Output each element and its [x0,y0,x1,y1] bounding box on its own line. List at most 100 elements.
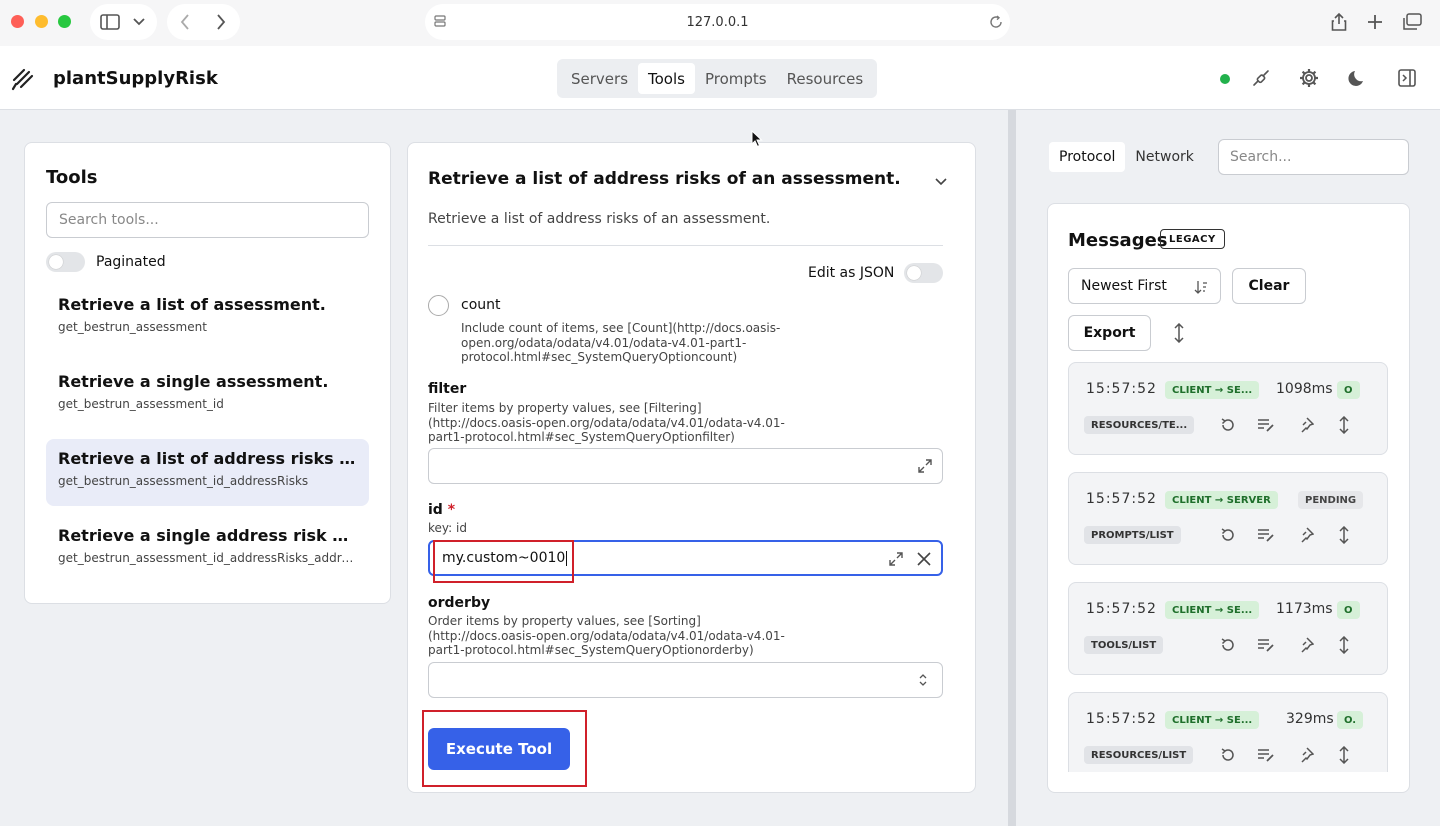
message-time: 15:57:52 [1086,491,1157,507]
direction-badge: CLIENT → SERVER [1165,491,1278,509]
tool-name: Retrieve a single address risk of an ass… [58,526,357,545]
pin-icon[interactable] [1296,635,1316,655]
back-icon[interactable] [176,12,194,32]
plug-icon[interactable] [1250,67,1272,89]
tab-prompts[interactable]: Prompts [695,63,777,94]
messages-panel: Messages LEGACY Newest First Clear Expor… [1047,203,1410,793]
execute-button-highlight [422,710,587,787]
expand-message-icon[interactable] [1334,635,1354,655]
messages-search-input[interactable]: Search... [1218,139,1409,175]
format-icon[interactable] [1256,525,1276,545]
format-icon[interactable] [1256,415,1276,435]
address-bar[interactable]: 127.0.0.1 [425,4,1010,40]
expand-message-icon[interactable] [1334,525,1354,545]
legacy-badge: LEGACY [1160,229,1225,249]
message-duration: 329ms [1286,711,1334,727]
expand-message-icon[interactable] [1334,415,1354,435]
main-nav-tabs: Servers Tools Prompts Resources [557,59,877,98]
tools-panel: Tools Search tools... Paginated Retrieve… [24,142,391,604]
connection-status-dot [1220,74,1230,84]
message-entry[interactable]: 15:57:52 CLIENT → SE... 329ms O. RESOURC… [1068,692,1388,772]
forward-icon[interactable] [212,12,230,32]
expand-icon[interactable] [888,551,904,567]
tab-servers[interactable]: Servers [561,63,638,94]
app-header: plantSupplyRisk Servers Tools Prompts Re… [0,46,1440,110]
orderby-description: Order items by property values, see [Sor… [428,614,785,657]
select-arrows-icon [915,672,931,688]
message-list: 15:57:52 CLIENT → SE... 1098ms O RESOURC… [1068,362,1388,772]
direction-badge: CLIENT → SE... [1165,711,1260,729]
tab-resources[interactable]: Resources [777,63,874,94]
tool-list-item-selected[interactable]: Retrieve a list of address risks of an a… [46,439,369,506]
count-label: count [461,297,501,313]
url-text: 127.0.0.1 [686,14,749,30]
minimize-window-button[interactable] [35,15,48,28]
tool-description: Retrieve a list of address risks of an a… [428,211,771,227]
export-button[interactable]: Export [1068,315,1151,351]
count-checkbox[interactable] [428,295,449,316]
mouse-cursor-icon [751,129,763,152]
filter-input[interactable] [428,448,943,484]
panel-toggle-icon[interactable] [1396,67,1418,89]
replay-icon[interactable] [1218,415,1238,435]
clear-button[interactable]: Clear [1232,268,1306,304]
site-settings-icon[interactable] [433,14,447,32]
message-entry[interactable]: 15:57:52 CLIENT → SE... 1098ms O RESOURC… [1068,362,1388,455]
gear-icon[interactable] [1298,67,1320,89]
close-window-button[interactable] [11,15,24,28]
pane-resize-handle[interactable] [1008,110,1016,826]
divider [428,245,943,246]
expand-all-icon[interactable] [1172,322,1186,347]
tab-overview-icon[interactable] [1400,11,1424,33]
tool-id: get_bestrun_assessment_id_addressRisks [58,474,309,488]
expand-icon[interactable] [917,458,933,474]
pin-icon[interactable] [1296,525,1316,545]
orderby-select[interactable] [428,662,943,698]
tool-name: Retrieve a list of address risks of an a… [58,449,357,468]
direction-badge: CLIENT → SE... [1165,381,1260,399]
paginated-toggle[interactable] [46,252,85,272]
tool-list-item[interactable]: Retrieve a single assessment. get_bestru… [46,362,369,429]
direction-badge: CLIENT → SE... [1165,601,1260,619]
messages-title: Messages [1068,230,1168,251]
tab-network[interactable]: Network [1125,142,1203,172]
search-tools-input[interactable]: Search tools... [46,202,369,238]
zoom-window-button[interactable] [58,15,71,28]
new-tab-icon[interactable] [1364,11,1386,33]
message-entry[interactable]: 15:57:52 CLIENT → SERVER PENDING PROMPTS… [1068,472,1388,565]
app-logo-icon [10,64,38,92]
pin-icon[interactable] [1296,415,1316,435]
chevron-down-icon[interactable] [130,12,148,32]
edit-as-json-toggle[interactable] [904,263,943,283]
message-time: 15:57:52 [1086,381,1157,397]
tab-tools[interactable]: Tools [638,63,695,94]
expand-message-icon[interactable] [1334,745,1354,765]
tool-list-item[interactable]: Retrieve a list of assessment. get_bestr… [46,285,369,352]
replay-icon[interactable] [1218,525,1238,545]
sidebar-icon[interactable] [98,12,122,32]
pin-icon[interactable] [1296,745,1316,765]
collapse-chevron-icon[interactable] [935,171,947,190]
clear-input-icon[interactable] [916,551,932,567]
replay-icon[interactable] [1218,635,1238,655]
reload-icon[interactable] [988,14,1004,34]
dark-mode-moon-icon[interactable] [1347,67,1369,89]
tool-id: get_bestrun_assessment [58,320,207,334]
format-icon[interactable] [1256,745,1276,765]
id-label: id * [428,502,455,518]
message-time: 15:57:52 [1086,601,1157,617]
filter-description: Filter items by property values, see [Fi… [428,401,785,444]
message-entry[interactable]: 15:57:52 CLIENT → SE... 1173ms O TOOLS/L… [1068,582,1388,675]
sort-order-select[interactable]: Newest First [1068,268,1221,304]
id-input-highlight [433,540,574,583]
app-title: plantSupplyRisk [53,68,218,89]
tool-list-item[interactable]: Retrieve a single address risk of an ass… [46,516,369,583]
count-description: Include count of items, see [Count](http… [461,321,781,364]
id-label-text: id [428,502,443,518]
tab-protocol[interactable]: Protocol [1049,142,1126,172]
share-icon[interactable] [1328,11,1350,33]
format-icon[interactable] [1256,635,1276,655]
required-mark: * [447,502,456,518]
replay-icon[interactable] [1218,745,1238,765]
message-time: 15:57:52 [1086,711,1157,727]
